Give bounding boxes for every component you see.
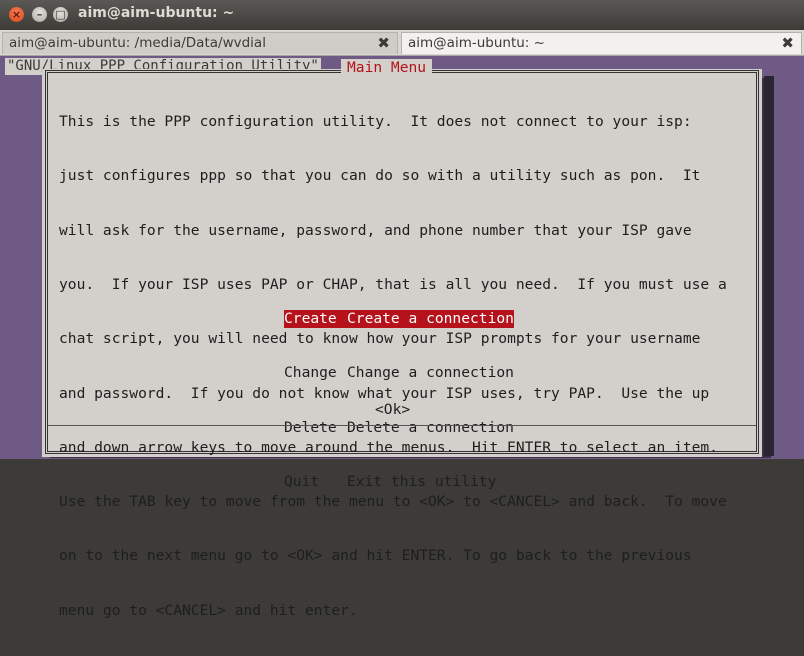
menu-desc: Change a connection xyxy=(347,364,514,382)
dialog-title-text: Main Menu xyxy=(347,59,427,76)
menu-desc: Exit this utility xyxy=(347,473,497,491)
close-tab-icon[interactable]: ✖ xyxy=(377,33,390,54)
menu-item-create-highlight[interactable]: Create Create a connection xyxy=(284,310,514,329)
menu-item-change[interactable]: Change Change a connection xyxy=(284,364,514,382)
close-tab-icon[interactable]: ✖ xyxy=(781,33,794,54)
description-line: on to the next menu go to <OK> and hit E… xyxy=(59,547,692,565)
menu-tag: Quit xyxy=(284,473,320,491)
menu-desc: Create a connection xyxy=(347,310,514,328)
maximize-window-icon[interactable]: □ xyxy=(53,7,68,22)
terminal-area[interactable]: "GNU/Linux PPP Configuration Utility" Ma… xyxy=(0,56,804,619)
terminal-scrollbar[interactable] xyxy=(764,76,774,456)
menu-tag: Delete xyxy=(284,418,337,436)
description-line: will ask for the username, password, and… xyxy=(59,221,692,239)
description-line: menu go to <CANCEL> and hit enter. xyxy=(59,601,358,619)
menu-tag: Change xyxy=(284,364,337,382)
dialog-title: Main Menu xyxy=(341,59,433,77)
menu-item-quit[interactable]: Quit Exit this utility xyxy=(284,473,514,491)
tab-home[interactable]: aim@aim-ubuntu: ~ ✖ xyxy=(401,32,802,54)
tab-wvdial[interactable]: aim@aim-ubuntu: /media/Data/wvdial ✖ xyxy=(2,32,398,54)
description-line: just configures ppp so that you can do s… xyxy=(59,167,701,185)
tab-bar: aim@aim-ubuntu: /media/Data/wvdial ✖ aim… xyxy=(0,30,804,56)
main-menu-dialog: Main Menu This is the PPP configuration … xyxy=(42,59,762,619)
minimize-window-icon[interactable]: – xyxy=(32,7,47,22)
window-title: aim@aim-ubuntu: ~ xyxy=(78,5,235,21)
menu-item-create[interactable]: Create Create a connection xyxy=(284,310,514,329)
menu-item-delete[interactable]: Delete Delete a connection xyxy=(284,419,514,437)
tab-label: aim@aim-ubuntu: /media/Data/wvdial xyxy=(9,35,266,51)
description-line: This is the PPP configuration utility. I… xyxy=(59,113,692,131)
ok-button[interactable]: <Ok> xyxy=(375,401,410,418)
menu-tag: Create xyxy=(284,310,337,328)
menu-desc: Delete a connection xyxy=(347,418,514,436)
tab-label: aim@aim-ubuntu: ~ xyxy=(408,35,545,51)
window-titlebar: × – □ aim@aim-ubuntu: ~ xyxy=(0,0,804,30)
dialog-separator xyxy=(48,425,756,426)
close-window-icon[interactable]: × xyxy=(9,7,24,22)
